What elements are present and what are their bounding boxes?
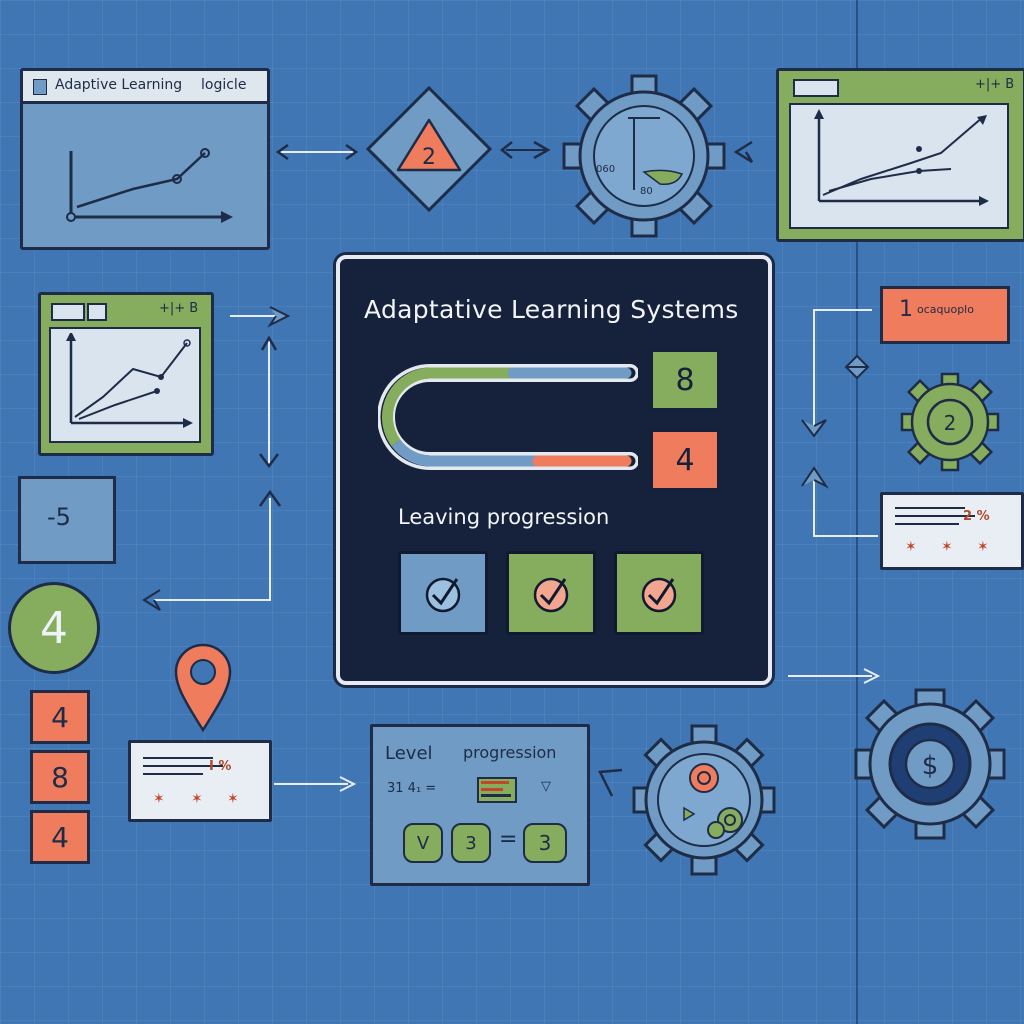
level-circle-number: 4	[40, 602, 68, 654]
window-tab-icon-2	[87, 303, 107, 321]
progress-track	[378, 364, 638, 470]
gear-currency-symbol: $	[922, 751, 939, 781]
card-text: 2 %	[963, 509, 990, 524]
mini-bar-chart	[477, 777, 517, 803]
level-gear-icon[interactable]: 2	[900, 372, 1000, 472]
card-text: I %	[209, 759, 232, 774]
value-box[interactable]: -5	[18, 476, 116, 564]
decision-diamond[interactable]: 2	[364, 84, 494, 214]
window-title-right: logicle	[201, 77, 247, 93]
double-arrow-icon	[275, 143, 359, 161]
level-title-left: Level	[385, 743, 433, 764]
stack-box-1[interactable]: 4	[30, 690, 90, 744]
card-line	[895, 507, 965, 509]
card-line	[895, 523, 959, 525]
priority-label[interactable]: 1 ocaquoplo	[880, 286, 1010, 344]
window-title: Adaptive Learning	[55, 77, 183, 93]
stack-box-3-text: 4	[51, 820, 69, 854]
level-formula: 31 4₁ =	[387, 781, 437, 796]
currency-gear-icon[interactable]: $	[852, 686, 1008, 842]
card-line	[143, 773, 203, 775]
check-icon	[425, 577, 461, 613]
settings-gear-icon[interactable]: 060 80	[560, 72, 728, 240]
score-box-top[interactable]: 8	[650, 349, 720, 411]
star-icon: ✶	[977, 539, 989, 555]
elbow-arrow-icon	[142, 489, 282, 611]
check-icon	[533, 577, 569, 613]
value-box-text: -5	[47, 503, 71, 531]
line-chart-icon	[814, 109, 989, 206]
checkbox-3[interactable]	[614, 551, 704, 635]
equals-sign: =	[499, 827, 518, 852]
analytics-window-top[interactable]: +|+ B	[776, 68, 1024, 242]
checkbox-1[interactable]	[398, 551, 488, 635]
arrow-right-icon	[499, 140, 551, 160]
priority-label-number: 1	[899, 297, 913, 322]
adaptive-learning-window[interactable]: Adaptive Learning logicle	[20, 68, 270, 250]
adaptive-learning-panel[interactable]: Adaptative Learning Systems 8 4 Leaving …	[336, 255, 772, 685]
arrow-right-icon	[274, 776, 357, 792]
window-tab-icon	[793, 79, 839, 97]
window-icon	[33, 79, 47, 95]
window-corner-label: +|+ B	[159, 301, 199, 316]
level-title-right: progression	[463, 743, 557, 762]
elbow-arrow-icon	[801, 466, 878, 537]
window-title-bar: Adaptive Learning logicle	[23, 71, 267, 104]
analytics-window-left[interactable]: +|+ B	[38, 292, 214, 456]
panel-title: Adaptative Learning Systems	[364, 295, 739, 324]
score-box-top-text: 8	[675, 362, 695, 398]
checkbox-2[interactable]	[506, 551, 596, 635]
window-corner-label: +|+ B	[975, 77, 1015, 92]
level-circle[interactable]: 4	[8, 582, 100, 674]
rating-card-left[interactable]: I % ✶ ✶ ✶	[128, 740, 272, 822]
badge-left[interactable]: V	[403, 823, 443, 863]
window-title-bar: +|+ B	[41, 295, 211, 325]
level-progression-card[interactable]: Level progression 31 4₁ = ▽ V 3 = 3	[370, 724, 590, 886]
stack-box-3[interactable]: 4	[30, 810, 90, 864]
window-tab-icon	[51, 303, 85, 321]
gear-bottom-text: 80	[640, 186, 653, 197]
badge-mid[interactable]: 3	[451, 823, 491, 863]
gear-badge-number: 2	[944, 411, 957, 435]
score-box-bottom-text: 4	[675, 442, 695, 478]
star-icon: ✶	[941, 539, 953, 555]
star-icon: ✶	[153, 791, 165, 807]
score-box-bottom[interactable]: 4	[650, 429, 720, 491]
star-icon: ✶	[191, 791, 203, 807]
window-title-bar: +|+ B	[779, 71, 1023, 101]
diamond-number: 2	[422, 145, 436, 170]
process-gear-icon[interactable]	[630, 722, 778, 878]
vertical-double-arrow-icon	[259, 335, 279, 469]
panel-subtitle: Leaving progression	[398, 505, 610, 529]
arrow-left-icon	[733, 140, 754, 164]
arrow-left-icon	[598, 768, 623, 797]
star-icon: ✶	[227, 791, 239, 807]
chevron-down-icon: ▽	[541, 779, 551, 794]
stack-box-1-text: 4	[51, 700, 69, 734]
check-icon	[641, 577, 677, 613]
gear-left-text: 060	[596, 164, 615, 175]
stack-box-2-text: 8	[51, 760, 69, 794]
location-pin-icon	[174, 643, 232, 733]
arrow-right-icon	[230, 306, 291, 328]
priority-label-text: ocaquoplo	[917, 303, 974, 316]
star-icon: ✶	[905, 539, 917, 555]
rating-card-right[interactable]: 2 % ✶ ✶ ✶	[880, 492, 1024, 570]
stack-box-2[interactable]: 8	[30, 750, 90, 804]
line-chart-icon	[66, 148, 233, 223]
badge-right[interactable]: 3	[523, 823, 567, 863]
card-line	[143, 757, 213, 759]
small-diamond-icon	[844, 354, 870, 380]
arrow-right-icon	[788, 668, 881, 684]
line-chart-icon	[66, 333, 193, 428]
